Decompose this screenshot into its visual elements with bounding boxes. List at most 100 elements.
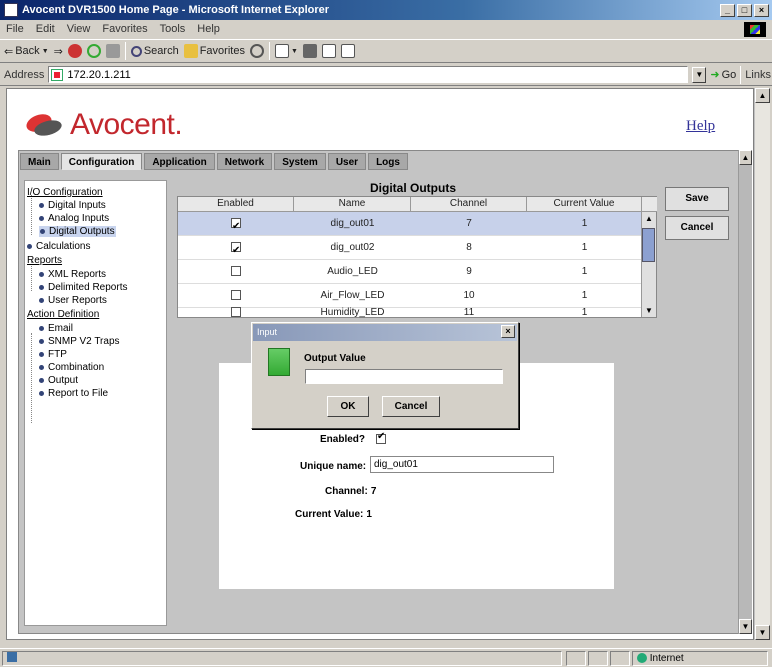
tab-application[interactable]: Application: [144, 153, 215, 170]
address-input[interactable]: [48, 66, 689, 83]
menu-edit[interactable]: Edit: [36, 23, 55, 35]
tree-item-label: Combination: [48, 362, 105, 373]
discuss-button[interactable]: [340, 44, 355, 58]
search-button[interactable]: Search: [130, 45, 179, 57]
table-scroll-thumb[interactable]: [642, 228, 655, 262]
tree-item-snmp-traps[interactable]: SNMP V2 Traps: [39, 336, 120, 347]
links-label[interactable]: Links: [745, 69, 771, 81]
row-channel: 10: [463, 290, 475, 301]
status-panel: [566, 651, 586, 666]
enabled-checkbox[interactable]: [231, 239, 241, 263]
refresh-button[interactable]: [86, 44, 101, 58]
edit-button[interactable]: [321, 44, 336, 58]
tree-item-report-to-file[interactable]: Report to File: [39, 388, 108, 399]
main-tabs: Main Configuration Application Network S…: [20, 153, 408, 170]
tab-network[interactable]: Network: [216, 153, 273, 170]
tree-io-configuration[interactable]: I/O Configuration: [27, 187, 103, 198]
back-label: Back: [15, 45, 40, 57]
tree-item-email[interactable]: Email: [39, 323, 73, 334]
tree-item-label: Analog Inputs: [48, 213, 110, 224]
scroll-up-button[interactable]: ▲: [755, 88, 770, 103]
tree-item-user-reports[interactable]: User Reports: [39, 295, 107, 306]
enabled-detail-checkbox[interactable]: [376, 431, 386, 445]
table-row[interactable]: Air_Flow_LED 10 1: [178, 284, 642, 308]
column-header-spacer: [642, 197, 657, 212]
tree-item-xml-reports[interactable]: XML Reports: [39, 269, 106, 280]
go-button[interactable]: ➜ Go: [710, 68, 736, 82]
minimize-button[interactable]: _: [720, 3, 735, 17]
tab-system[interactable]: System: [274, 153, 326, 170]
favorites-button[interactable]: Favorites: [183, 44, 245, 58]
tree-item-analog-inputs[interactable]: Analog Inputs: [39, 213, 109, 224]
applet-scrollbar[interactable]: ▲ ▼: [738, 150, 752, 634]
java-applet-icon: [268, 348, 290, 376]
current-value-row: Current Value: 1: [295, 508, 372, 520]
status-bar: Internet: [0, 648, 772, 667]
table-row[interactable]: dig_out01 7 1: [178, 212, 642, 239]
dialog-cancel-button[interactable]: Cancel: [382, 396, 440, 417]
tree-reports[interactable]: Reports: [27, 255, 62, 266]
print-button[interactable]: [302, 44, 317, 58]
menu-file[interactable]: File: [6, 23, 24, 35]
menu-favorites[interactable]: Favorites: [102, 23, 147, 35]
cancel-button[interactable]: Cancel: [665, 216, 729, 240]
tab-configuration[interactable]: Configuration: [60, 153, 143, 170]
scroll-up-arrow-icon[interactable]: ▲: [645, 214, 653, 223]
tree-item-digital-inputs[interactable]: Digital Inputs: [39, 200, 106, 211]
applet-scroll-up-button[interactable]: ▲: [739, 150, 752, 165]
unique-name-input[interactable]: [370, 456, 554, 473]
bullet-icon: [39, 390, 44, 396]
tree-item-delimited-reports[interactable]: Delimited Reports: [39, 282, 127, 293]
address-dropdown-button[interactable]: ▼: [692, 66, 707, 83]
tab-logs[interactable]: Logs: [368, 153, 408, 170]
column-header-name[interactable]: Name: [294, 197, 411, 212]
bullet-icon: [39, 271, 44, 277]
status-message-panel: [2, 651, 562, 666]
scroll-down-button[interactable]: ▼: [755, 625, 770, 640]
column-header-channel[interactable]: Channel: [411, 197, 527, 212]
address-label: Address: [4, 68, 45, 81]
mail-button[interactable]: ▼: [274, 44, 298, 58]
dialog-close-button[interactable]: ×: [501, 325, 515, 338]
tab-main[interactable]: Main: [20, 153, 59, 170]
close-window-button[interactable]: ×: [754, 3, 769, 17]
tree-item-output[interactable]: Output: [39, 375, 78, 386]
menu-view[interactable]: View: [67, 23, 91, 35]
ok-button[interactable]: OK: [327, 396, 369, 417]
column-header-enabled[interactable]: Enabled: [178, 197, 294, 212]
address-bar: Address ▼ ➜ Go Links: [0, 64, 772, 86]
column-header-current-value[interactable]: Current Value: [527, 197, 642, 212]
tree-item-calculations[interactable]: Calculations: [27, 241, 90, 252]
save-button[interactable]: Save: [665, 187, 729, 211]
tree-item-combination[interactable]: Combination: [39, 362, 104, 373]
history-button[interactable]: [249, 44, 264, 58]
menu-tools[interactable]: Tools: [160, 23, 186, 35]
tree-item-label: Output: [48, 375, 79, 386]
table-row[interactable]: Audio_LED 9 1: [178, 260, 642, 284]
applet-scroll-down-button[interactable]: ▼: [739, 619, 752, 634]
page-scrollbar[interactable]: ▲ ▼: [754, 88, 770, 640]
chevron-down-icon: ▼: [41, 47, 49, 55]
enabled-checkbox[interactable]: [231, 215, 241, 239]
stop-button[interactable]: [67, 44, 82, 58]
table-row[interactable]: dig_out02 8 1: [178, 236, 642, 263]
tree-item-digital-outputs[interactable]: Digital Outputs: [39, 226, 116, 237]
tree-item-ftp[interactable]: FTP: [39, 349, 67, 360]
output-value-input[interactable]: [305, 369, 503, 384]
go-arrow-icon: ➜: [710, 69, 720, 81]
back-button[interactable]: ⇐ Back ▼: [4, 45, 49, 58]
home-button[interactable]: [105, 44, 120, 58]
forward-button[interactable]: ⇒: [54, 45, 63, 58]
scroll-down-arrow-icon[interactable]: ▼: [645, 306, 653, 315]
maximize-button[interactable]: □: [737, 3, 752, 17]
menu-help[interactable]: Help: [197, 23, 220, 35]
table-row[interactable]: Humidity_LED 11 1: [178, 307, 642, 318]
enabled-checkbox[interactable]: [231, 307, 241, 318]
help-link[interactable]: Help: [686, 118, 715, 135]
tab-user[interactable]: User: [327, 153, 367, 170]
discuss-icon: [340, 44, 355, 58]
enabled-checkbox[interactable]: [231, 266, 241, 277]
tree-action-definition[interactable]: Action Definition: [27, 309, 99, 320]
enabled-checkbox[interactable]: [231, 290, 241, 301]
window-title: Avocent DVR1500 Home Page - Microsoft In…: [22, 4, 330, 16]
